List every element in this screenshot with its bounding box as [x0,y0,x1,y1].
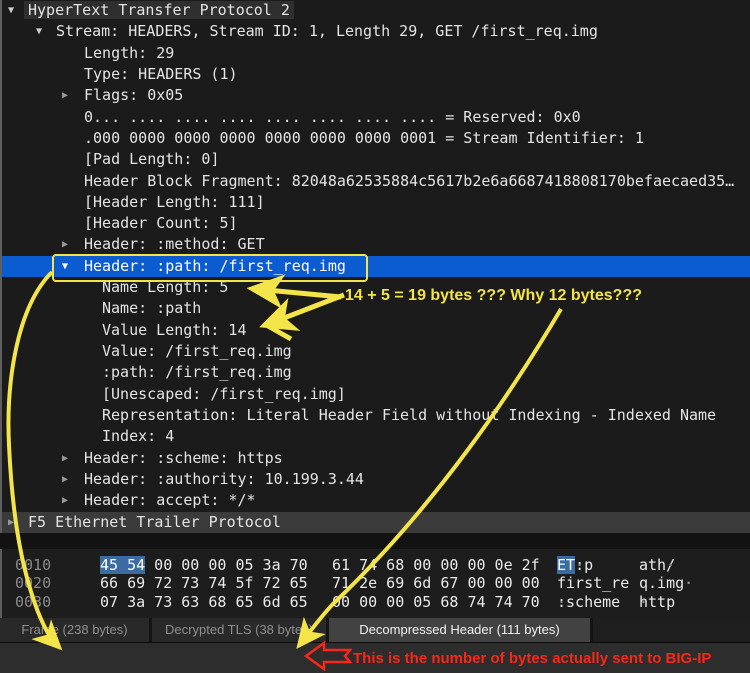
tree-row[interactable]: ▶ Header: :method: GET [2,234,750,255]
tree-row[interactable]: [Header Count: 5] [2,213,750,234]
tree-row[interactable]: [Header Length: 111] [2,192,750,213]
tree-row-label: Name: :path [102,299,202,318]
hex-bytes-group2[interactable]: 61 74 68 00 00 00 0e 2f [332,556,540,574]
tree-row[interactable]: Value: /first_req.img [2,341,750,362]
tree-row-label: Stream: HEADERS, Stream ID: 1, Length 29… [56,22,598,41]
hex-row[interactable]: 0010 45 54 00 00 00 05 3a 70 61 74 68 00 0… [2,556,750,574]
tree-row-label: Value Length: 14 [102,320,247,339]
tree-row-label: [Header Length: 111] [84,192,265,211]
expand-icon[interactable]: ▶ [62,234,68,255]
tree-row-label: Type: HEADERS (1) [84,64,238,83]
tree-row-label: Name Length: 5 [102,278,229,297]
tree-row-label: Header: :authority: 10.199.3.44 [84,469,364,488]
ascii-selected-chars: ET [557,556,576,574]
hex-offset: 0010 [15,556,52,574]
ascii-group2[interactable]: ath · · · · / [639,556,675,574]
packet-detail-tree: ▼ HyperText Transfer Protocol 2 ▼ Stream: H… [0,0,750,533]
expand-icon[interactable]: ▶ [62,85,68,106]
tree-row[interactable]: Index: 4 [2,426,750,447]
collapse-icon[interactable]: ▼ [36,21,42,42]
hex-row[interactable]: 0020 66 69 72 73 74 5f 72 65 71 2e 69 6d 6… [2,574,750,592]
ascii-group1[interactable]: ET · · · ·:p [557,556,593,574]
tree-row[interactable]: Representation: Literal Header Field wit… [2,405,750,426]
tree-row-label: [Header Count: 5] [84,214,238,233]
hex-offset: 0030 [15,592,52,611]
expand-icon[interactable]: ▶ [62,469,68,490]
tree-row[interactable]: ▶ Header: :authority: 10.199.3.44 [2,469,750,490]
tree-row[interactable]: Type: HEADERS (1) [2,64,750,85]
tree-row[interactable]: .000 0000 0000 0000 0000 0000 0000 0001 … [2,128,750,149]
tree-row-label: Header: :path: /first_req.img [84,256,346,275]
hex-offset: 0020 [15,574,52,593]
tree-row-label: [Pad Length: 0] [84,150,220,169]
tree-row-label: 0... .... .... .... .... .... .... .... … [84,107,581,126]
tree-row-label: F5 Ethernet Trailer Protocol [28,512,281,531]
tree-row[interactable]: ▶ Header: accept: */* [2,490,750,511]
tree-row-label: Representation: Literal Header Field wit… [102,405,717,424]
tab-bar-filler [593,618,750,642]
collapse-icon[interactable]: ▼ [62,256,68,277]
tree-row[interactable]: ▶ Flags: 0x05 [2,85,750,106]
byte-view-tab[interactable]: Decompressed Header (111 bytes) [329,618,590,642]
ascii-group1[interactable]: ·:scheme [557,593,620,611]
hex-selected-bytes: 45 54 [100,556,146,574]
tree-row-label: Value: /first_req.img [102,342,292,360]
hex-bytes-group2[interactable]: 00 00 00 05 68 74 74 70 [332,593,540,611]
ascii-group1[interactable]: first_re [557,574,629,592]
tree-row[interactable]: ▼ Header: :path: /first_req.img [2,255,750,278]
expand-icon[interactable]: ▶ [62,490,68,511]
tree-row-label: .000 0000 0000 0000 0000 0000 0000 0001 … [84,128,644,147]
annotation-bigip-note: This is the number of bytes actually sen… [353,650,712,667]
tree-row-label: HyperText Transfer Protocol 2 [24,1,294,19]
tree-row[interactable]: Length: 29 [2,43,750,64]
tree-row-label: :path: /first_req.img [102,363,292,382]
tree-row-label: Header: :method: GET [84,235,265,254]
annotation-calc-note: 14 + 5 = 19 bytes ??? Why 12 bytes??? [345,287,642,304]
tree-row[interactable]: :path: /first_req.img [2,362,750,383]
tree-row[interactable]: ▼ HyperText Transfer Protocol 2 [2,0,750,21]
tree-row[interactable]: Header Block Fragment: 82048a62535884c56… [2,171,750,192]
tree-row[interactable]: [Unescaped: /first_req.img] [2,384,750,405]
tree-row-label: Header: :scheme: https [84,448,283,467]
byte-view-tab[interactable]: Frame (238 bytes) [0,618,149,642]
tree-row[interactable]: ▶ Header: :scheme: https [2,448,750,469]
collapse-icon[interactable]: ▼ [8,0,14,21]
tree-row-label: Header: accept: */* [84,491,256,510]
byte-view-tab-bar: Frame (238 bytes) Decrypted TLS (38 bytes… [0,618,750,642]
tree-row-label: Header Block Fragment: 82048a62535884c56… [84,171,735,190]
tree-row-label: [Unescaped: /first_req.img] [102,384,346,403]
wireshark-packet-detail-window: ▼ HyperText Transfer Protocol 2 ▼ Stream: H… [0,0,750,673]
hex-row[interactable]: 0030 07 3a 73 63 68 65 6d 65 00 00 00 05 6… [2,593,750,611]
hex-bytes-group1[interactable]: 45 54 00 00 00 05 3a 70 [100,556,308,574]
hex-bytes-group2[interactable]: 71 2e 69 6d 67 00 00 00 [332,574,540,592]
ascii-group2[interactable]: · · · · http [639,593,675,611]
byte-view-tab[interactable]: Decrypted TLS (38 bytes) [152,618,326,642]
tree-row[interactable]: 0... .... .... .... .... .... .... .... … [2,107,750,128]
hex-bytes-group1[interactable]: 66 69 72 73 74 5f 72 65 [100,574,308,592]
expand-icon[interactable]: ▶ [8,512,14,533]
tree-row[interactable]: ▶ F5 Ethernet Trailer Protocol [2,511,750,533]
tree-row-label: Flags: 0x05 [84,86,184,105]
tree-row[interactable]: [Pad Length: 0] [2,149,750,170]
expand-icon[interactable]: ▶ [62,448,68,469]
pane-splitter[interactable] [0,533,750,549]
tree-row-label: Length: 29 [84,43,175,62]
hex-bytes-group1[interactable]: 07 3a 73 63 68 65 6d 65 [100,593,308,611]
tree-row[interactable]: Value Length: 14 [2,320,750,341]
tree-row[interactable]: ▼ Stream: HEADERS, Stream ID: 1, Length 2… [2,21,750,42]
ascii-group2[interactable]: q.img · · · [639,574,693,592]
hex-dump-pane: 0010 45 54 00 00 00 05 3a 70 61 74 68 00 0… [0,549,750,618]
tree-row-label: Index: 4 [102,427,175,446]
